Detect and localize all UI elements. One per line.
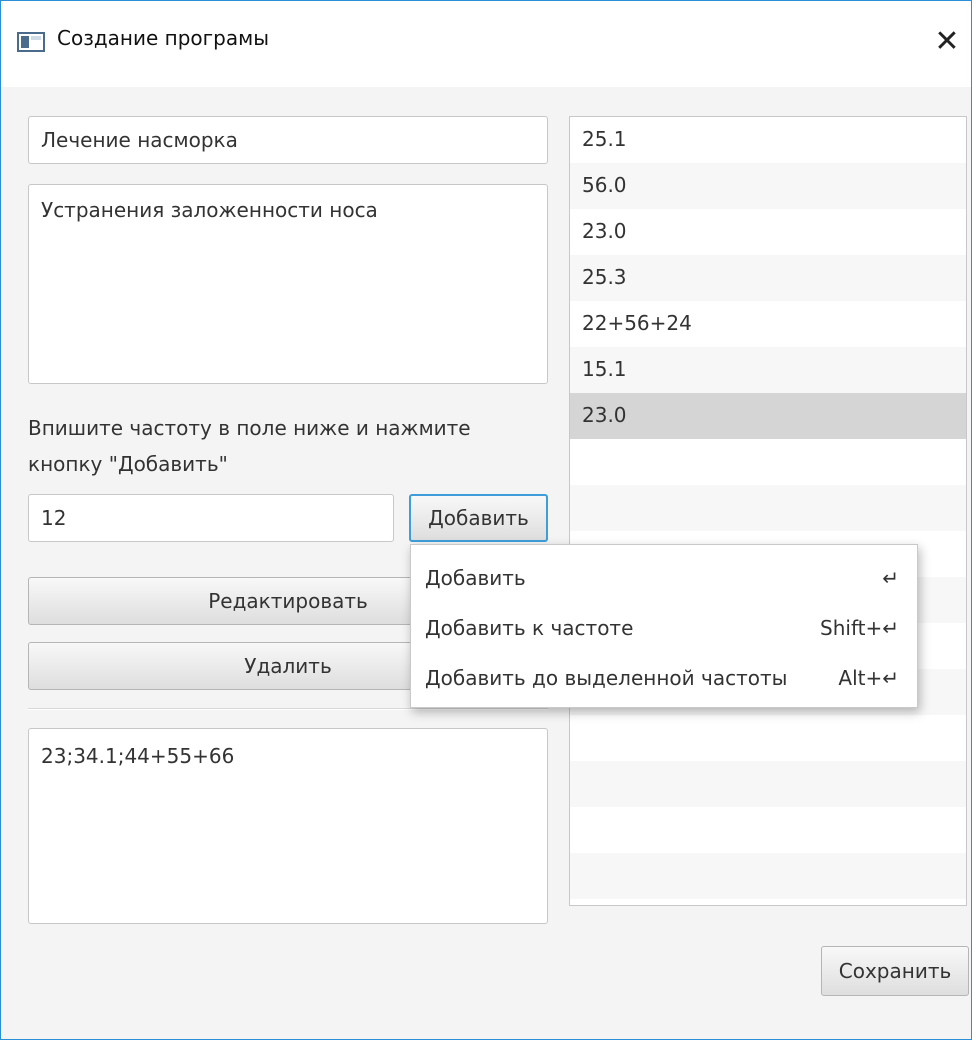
list-empty-row — [570, 485, 966, 531]
list-empty-row — [570, 439, 966, 485]
menu-item-add[interactable]: Добавить ↵ — [411, 553, 917, 603]
title-bar: Создание програмы ✕ — [1, 1, 971, 87]
window-title: Создание програмы — [57, 26, 270, 50]
shortcut-label: Shift+↵ — [820, 616, 899, 640]
frequency-input[interactable]: 12 — [28, 494, 394, 542]
menu-item-add-before-selected[interactable]: Добавить до выделенной частоты Alt+↵ — [411, 653, 917, 703]
list-empty-row — [570, 715, 966, 761]
list-empty-row — [570, 853, 966, 899]
shortcut-label: Alt+↵ — [838, 666, 899, 690]
menu-item-label: Добавить — [425, 566, 526, 590]
add-context-menu: Добавить ↵ Добавить к частоте Shift+↵ До… — [410, 544, 918, 708]
menu-item-add-to-frequency[interactable]: Добавить к частоте Shift+↵ — [411, 603, 917, 653]
enter-key-icon: ↵ — [882, 566, 899, 590]
list-item[interactable]: 22+56+24 — [570, 301, 966, 347]
program-name-input[interactable]: Лечение насморка — [28, 116, 548, 164]
list-empty-row — [570, 761, 966, 807]
list-item[interactable]: 25.1 — [570, 117, 966, 163]
frequency-hint-line2: кнопку "Добавить" — [28, 452, 228, 476]
frequency-hint-line1: Впишите частоту в поле ниже и нажмите — [28, 416, 471, 440]
form-separator — [28, 708, 548, 710]
list-item[interactable]: 15.1 — [570, 347, 966, 393]
menu-item-label: Добавить до выделенной частоты — [425, 666, 788, 690]
list-empty-row — [570, 807, 966, 853]
list-item-selected[interactable]: 23.0 — [570, 393, 966, 439]
list-item[interactable]: 25.3 — [570, 255, 966, 301]
bulk-frequencies-textarea[interactable]: 23;34.1;44+55+66 — [28, 728, 548, 924]
close-icon[interactable]: ✕ — [923, 19, 971, 65]
frequency-list[interactable]: 25.1 56.0 23.0 25.3 22+56+24 15.1 23.0 — [569, 116, 967, 906]
list-item[interactable]: 56.0 — [570, 163, 966, 209]
add-button[interactable]: Добавить — [409, 494, 548, 542]
program-description-textarea[interactable]: Устранения заложенности носа — [28, 184, 548, 384]
save-button[interactable]: Сохранить — [821, 946, 969, 996]
app-window-icon — [17, 32, 45, 52]
list-item[interactable]: 23.0 — [570, 209, 966, 255]
menu-item-label: Добавить к частоте — [425, 616, 634, 640]
